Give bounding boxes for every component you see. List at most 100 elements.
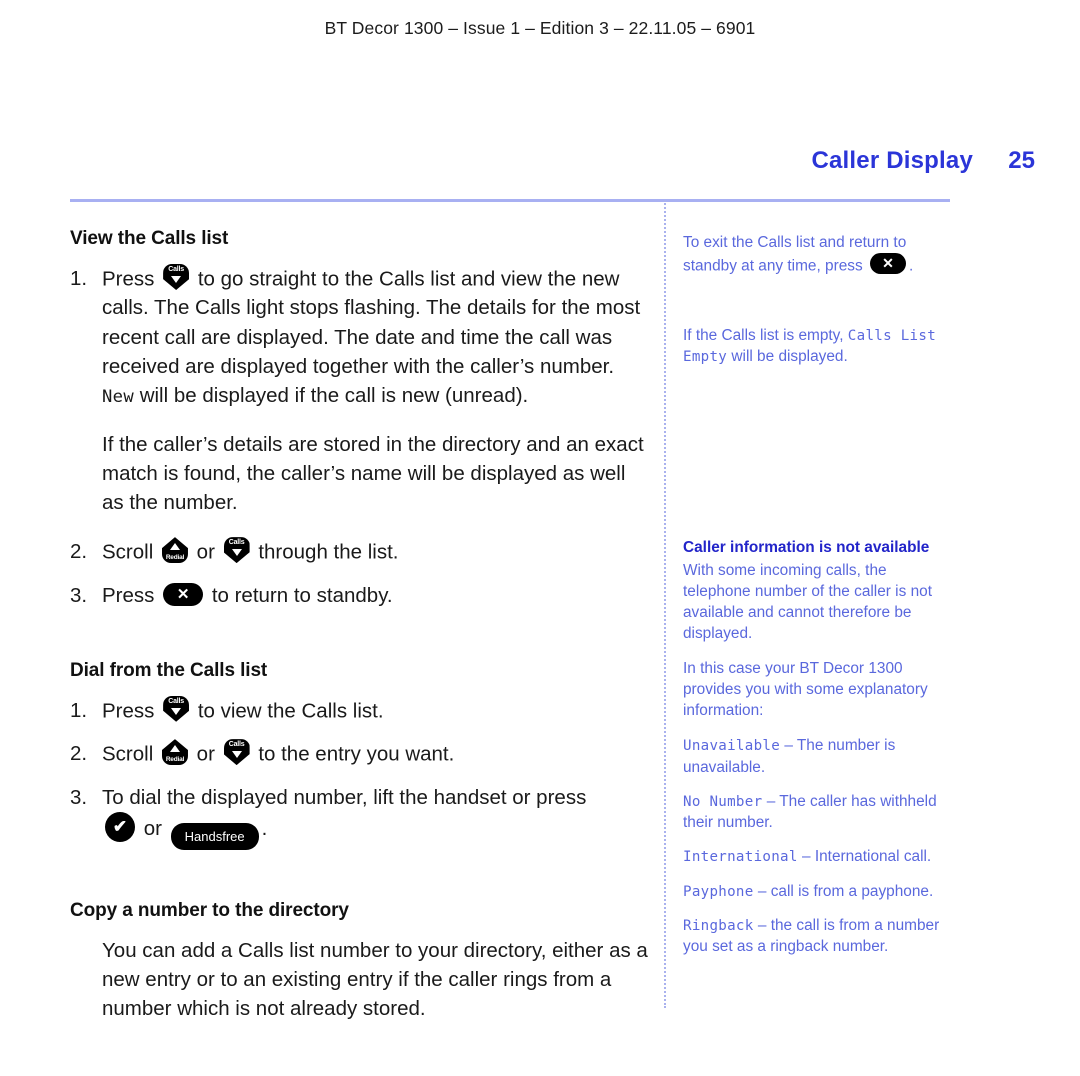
dash: – [801, 848, 811, 866]
sidebar-paragraph-2: In this case your BT Decor 1300 provides… [683, 659, 928, 720]
step-text-after: through the list. [258, 540, 399, 564]
sidebar-info-item-ringback: Ringback – the call is from a number you… [683, 915, 955, 958]
step-view-1: 1. Press Calls to go straight to the Cal… [70, 264, 650, 410]
down-arrow-icon [231, 549, 242, 557]
lcd-term: Ringback [683, 918, 754, 935]
handsfree-key-label: Handsfree [184, 828, 245, 844]
paragraph-directory-match: If the caller’s details are stored in th… [102, 432, 644, 515]
talk-key-glyph: ✔ [112, 816, 128, 836]
conjunction-or: or [196, 540, 215, 564]
down-arrow-icon [231, 751, 242, 759]
sidebar-note-empty-list: If the Calls list is empty, Calls List E… [683, 325, 955, 368]
lcd-term: International [683, 849, 798, 866]
step-number: 3. [70, 583, 88, 607]
sidebar-paragraph-1: With some incoming calls, the telephone … [683, 561, 932, 642]
step-dial-2: 2. Scroll Redial or Calls to the entry y… [70, 739, 650, 768]
step-text-before: To dial the displayed number, lift the h… [102, 785, 587, 809]
cancel-key-icon: ✕ [869, 253, 906, 275]
conjunction-or: or [143, 816, 162, 840]
step-text-after: . [261, 816, 268, 840]
step-body: Scroll Redial or Calls to the entry you … [102, 739, 650, 768]
calls-key-label: Calls [168, 697, 184, 705]
page-title-row: Caller Display 25 [60, 147, 1035, 175]
main-content-column: View the Calls list 1. Press Calls to go… [70, 228, 650, 1035]
step-view-3: 3. Press ✕ to return to standby. [70, 581, 650, 610]
step-text-after: to the entry you want. [258, 742, 455, 766]
step-body: Press Calls to view the Calls list. [102, 695, 650, 725]
page-title: Caller Display [811, 147, 973, 174]
down-arrow-icon [171, 276, 182, 283]
redial-key-icon: Redial [161, 537, 188, 564]
sidebar-heading-caller-info: Caller information is not available [683, 539, 930, 557]
lcd-text-new: New [102, 386, 134, 407]
step-number: 1. [70, 267, 88, 290]
step-view-2: 2. Scroll Redial or Calls through the li… [70, 537, 650, 566]
sidebar-note-text: If the Calls list is empty, Calls List E… [683, 325, 955, 368]
down-arrow-icon [171, 707, 182, 715]
cancel-key-glyph: ✕ [882, 255, 894, 272]
sidebar-note-exit: To exit the Calls list and return to sta… [683, 232, 955, 277]
calls-key-icon: Calls [163, 264, 190, 290]
step-text-before: Scroll [102, 742, 154, 766]
column-divider [664, 200, 666, 1008]
step-text-after: to return to standby. [211, 583, 393, 607]
item-description: call is from a payphone. [770, 882, 934, 900]
dash: – [766, 792, 776, 810]
step-number: 2. [70, 540, 88, 564]
conjunction-or: or [196, 742, 215, 766]
calls-key-label: Calls [168, 266, 184, 273]
section-heading-copy-number: Copy a number to the directory [70, 899, 349, 921]
step-body: Press ✕ to return to standby. [102, 581, 650, 610]
dash: – [757, 917, 767, 935]
note-text-after: . [908, 257, 914, 275]
up-arrow-icon [169, 745, 180, 753]
section-heading-dial-from-calls-list: Dial from the Calls list [70, 659, 268, 681]
cancel-key-icon: ✕ [163, 583, 204, 607]
paragraph-copy-number: You can add a Calls list number to your … [102, 938, 648, 1021]
sidebar-note-text: To exit the Calls list and return to sta… [683, 232, 955, 277]
redial-key-label: Redial [165, 755, 185, 763]
step-number: 3. [70, 785, 88, 809]
running-header: BT Decor 1300 – Issue 1 – Edition 3 – 22… [324, 18, 756, 38]
step-body: Press Calls to go straight to the Calls … [102, 264, 650, 410]
sidebar-notes-column: To exit the Calls list and return to sta… [683, 232, 955, 978]
redial-key-icon: Redial [161, 739, 188, 766]
step-body: Scroll Redial or Calls through the list. [102, 537, 650, 566]
step-dial-3: 3. To dial the displayed number, lift th… [70, 783, 650, 850]
lcd-term: No Number [683, 793, 763, 810]
step-text-before: Press [102, 267, 155, 291]
lcd-term: Unavailable [683, 738, 781, 755]
title-divider-rule [70, 199, 950, 202]
step-number: 1. [70, 698, 88, 722]
step-number: 2. [70, 742, 88, 766]
sidebar-info-item-no-number: No Number – The caller has withheld thei… [683, 791, 955, 834]
dash: – [784, 737, 793, 755]
page-number: 25 [1008, 147, 1035, 174]
redial-key-label: Redial [165, 553, 185, 561]
note-text-before: If the Calls list is empty, [683, 326, 844, 344]
calls-key-icon: Calls [163, 695, 190, 722]
calls-key-label: Calls [228, 741, 245, 749]
step-text-before: Press [102, 698, 155, 722]
step-text-before: Press [102, 583, 155, 607]
dash: – [757, 882, 767, 900]
step-text-after-b: will be displayed if the call is new (un… [139, 383, 529, 407]
lcd-term: Payphone [683, 883, 754, 900]
calls-key-label: Calls [228, 539, 245, 547]
note-text-after: will be displayed. [731, 348, 848, 366]
calls-key-icon: Calls [223, 739, 250, 766]
step-text-before: Scroll [102, 540, 154, 564]
sidebar-info-item-payphone: Payphone – call is from a payphone. [683, 881, 955, 902]
sidebar-info-item-international: International – International call. [683, 846, 955, 867]
step-dial-1: 1. Press Calls to view the Calls list. [70, 695, 650, 725]
talk-key-icon: ✔ [105, 811, 135, 842]
handsfree-key-icon: Handsfree [170, 822, 259, 850]
calls-key-icon: Calls [223, 537, 250, 564]
